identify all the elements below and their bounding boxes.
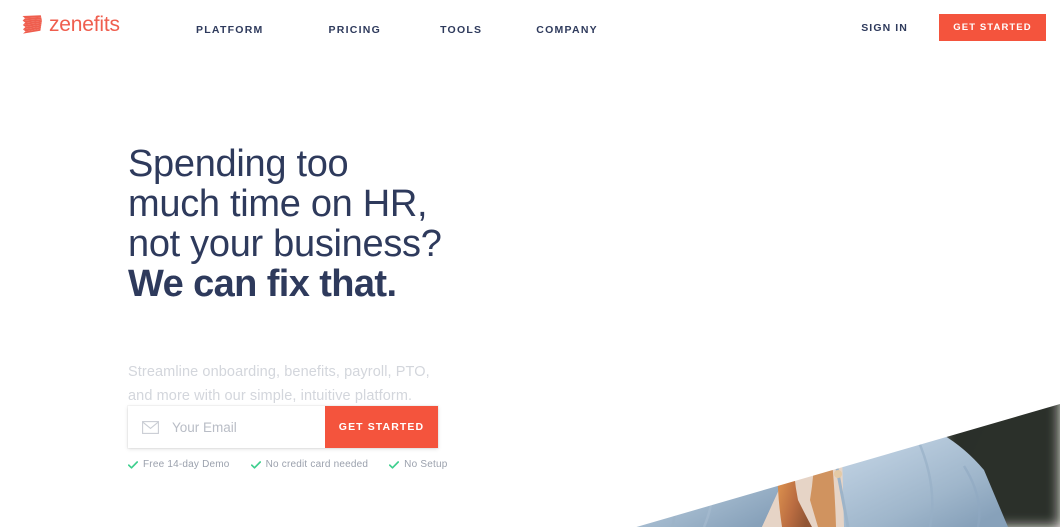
perk-item: No credit card needed — [250, 459, 369, 470]
check-icon — [250, 460, 261, 469]
headline-line-1: Spending too — [128, 143, 349, 186]
main-navigation: PLATFORM PRICING TOOLS COMPANY — [196, 20, 598, 40]
hero-image: SIGN IN GET STARTED — [612, 0, 1060, 527]
nav-item-company[interactable]: COMPANY — [536, 20, 598, 40]
headline-line-4: We can fix that. — [128, 263, 397, 306]
headline-line-3: not your business? — [128, 223, 442, 266]
header-get-started-button[interactable]: GET STARTED — [939, 14, 1046, 41]
subhead-line-1: Streamline onboarding, benefits, payroll… — [128, 363, 430, 380]
envelope-icon — [142, 420, 159, 434]
header-actions: SIGN IN GET STARTED — [861, 14, 1046, 41]
brand-name: zenefits — [49, 13, 120, 36]
signup-get-started-button[interactable]: GET STARTED — [325, 406, 438, 448]
perk-label: No Setup — [404, 459, 448, 470]
perks-list: Free 14-day Demo No credit card needed N… — [128, 459, 447, 470]
sign-in-link[interactable]: SIGN IN — [861, 22, 908, 34]
perk-item: No Setup — [389, 459, 447, 470]
nav-item-pricing[interactable]: PRICING — [329, 20, 382, 40]
perk-label: Free 14-day Demo — [143, 459, 230, 470]
hero-headline: Spending too much time on HR, not your b… — [128, 144, 568, 304]
email-input[interactable] — [172, 419, 325, 435]
brand-logo[interactable]: zenefits — [22, 14, 120, 35]
left-content-panel: zenefits PLATFORM PRICING TOOLS COMPANY … — [0, 0, 612, 527]
subhead-line-2: and more with our simple, intuitive plat… — [128, 387, 413, 404]
hero-subhead: Streamline onboarding, benefits, payroll… — [128, 360, 528, 408]
check-icon — [128, 460, 138, 469]
email-field-wrap — [128, 406, 325, 448]
check-icon — [389, 460, 400, 469]
perk-item: Free 14-day Demo — [128, 459, 230, 470]
perk-label: No credit card needed — [265, 459, 369, 470]
nav-item-tools[interactable]: TOOLS — [440, 20, 482, 40]
zenefits-z-mark-icon — [22, 15, 42, 34]
nav-item-platform[interactable]: PLATFORM — [196, 20, 264, 40]
headline-line-2: much time on HR, — [128, 183, 428, 226]
signup-form: GET STARTED — [128, 406, 438, 448]
landing-page: SIGN IN GET STARTED zenefits PLATFORM PR… — [0, 0, 1060, 527]
hero-photo — [612, 0, 1060, 527]
